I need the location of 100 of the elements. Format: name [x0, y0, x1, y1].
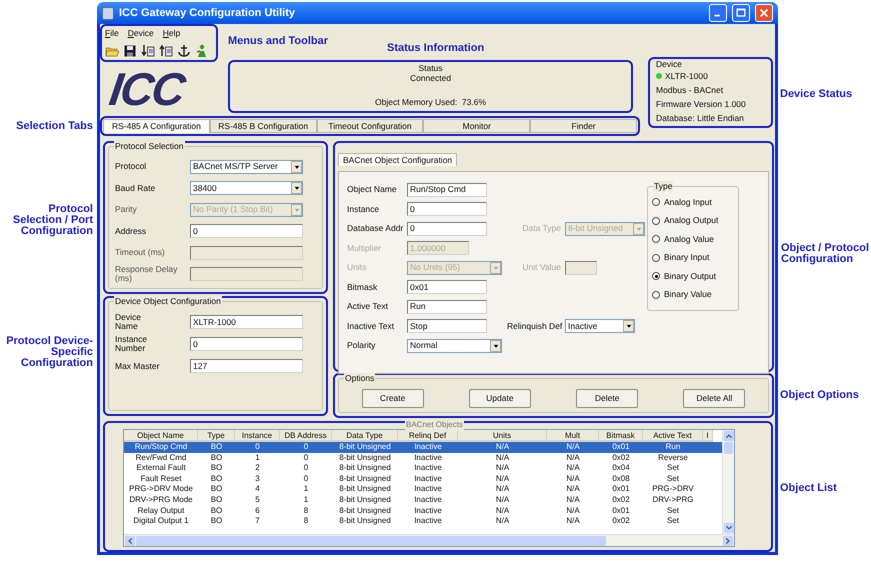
radio-label: Binary Output	[664, 270, 716, 283]
column-header[interactable]: DB Address	[280, 430, 332, 442]
vertical-scrollbar[interactable]	[722, 430, 734, 534]
text-field[interactable]: 127	[190, 359, 303, 373]
radio-label: Analog Value	[664, 232, 714, 246]
table-cell-text: 0x02	[611, 452, 631, 464]
group-title: Options	[344, 373, 376, 383]
scrollbar-thumb[interactable]	[724, 442, 733, 454]
column-header[interactable]: Object Name	[124, 430, 198, 442]
table-cell-text: N/A	[494, 474, 510, 484]
table-cell-text: 0	[302, 474, 310, 484]
column-header[interactable]: Type	[198, 430, 235, 442]
action-button[interactable]: Delete	[576, 389, 638, 408]
table-cell-text: 0x08	[611, 474, 631, 484]
column-header[interactable]: Relinq Def	[398, 430, 458, 442]
action-button[interactable]: Delete All	[683, 389, 746, 408]
caret-icon[interactable]	[292, 184, 300, 192]
table-cell-text: N/A	[565, 494, 581, 506]
callout-label: Protocol Selection / Port Configuration	[12, 204, 93, 237]
table-cell-text: N/A	[565, 463, 581, 474]
table-cell-text: Rev/Fwd Cmd	[134, 452, 188, 464]
tab[interactable]: RS-485 A Configuration	[103, 119, 210, 133]
radio-button[interactable]	[652, 272, 660, 280]
horizontal-scrollbar[interactable]	[124, 534, 734, 546]
text-field[interactable]: 0	[407, 222, 487, 236]
table-cell-text: Fault Reset	[140, 474, 182, 484]
status-title: Status	[418, 63, 443, 73]
tab[interactable]: Timeout Configuration	[316, 119, 424, 133]
radio-button[interactable]	[652, 216, 660, 225]
table-cell-text: 0x02	[611, 494, 631, 506]
column-header[interactable]: Instance	[235, 430, 280, 442]
upload-document-icon[interactable]	[159, 44, 173, 58]
maximize-button[interactable]	[732, 4, 750, 22]
menu-item[interactable]: Help	[162, 27, 180, 40]
table-cell-text: N/A	[565, 516, 581, 527]
dropdown[interactable]: 38400	[190, 181, 303, 196]
callout-label: Protocol Device-Specific Configuration	[5, 336, 93, 369]
callout-label: Object List	[780, 483, 837, 494]
minimize-button[interactable]	[709, 4, 727, 22]
table-cell-text: N/A	[565, 484, 581, 495]
column-header[interactable]: Active Text	[643, 430, 703, 442]
table-cell-text: Set	[666, 516, 680, 527]
column-header[interactable]: I	[703, 430, 713, 442]
close-icon[interactable]	[758, 7, 770, 19]
scroll-up-icon[interactable]	[723, 430, 735, 442]
field-label: Relinquish Def	[507, 320, 564, 333]
scroll-left-icon[interactable]	[124, 534, 136, 546]
field-label: Object Name	[347, 183, 398, 196]
table-cell-text: 7	[254, 516, 261, 527]
maximize-icon[interactable]	[735, 7, 747, 19]
scroll-right-icon[interactable]	[722, 534, 734, 546]
column-header[interactable]: Bitmask	[599, 430, 643, 442]
table-cell-text: External Fault	[135, 463, 187, 474]
column-header[interactable]: Units	[458, 430, 547, 442]
radio-button[interactable]	[652, 198, 660, 206]
radio-button[interactable]	[652, 235, 660, 244]
action-button[interactable]: Update	[468, 389, 531, 408]
table-cell-text: N/A	[565, 452, 581, 464]
radio-label: Binary Value	[664, 288, 712, 302]
menu-item[interactable]: File	[105, 27, 119, 40]
radio-button[interactable]	[652, 254, 660, 262]
field-label: Instance Number	[115, 335, 148, 353]
column-header[interactable]: Mult	[547, 430, 599, 442]
table-cell-text: 0	[254, 442, 261, 453]
column-header[interactable]: Data Type	[332, 430, 398, 442]
tab[interactable]: Monitor	[423, 119, 530, 133]
tab[interactable]: Finder	[530, 119, 637, 133]
app-icon	[102, 6, 114, 20]
dropdown[interactable]: Inactive	[565, 319, 635, 334]
scroll-down-icon[interactable]	[723, 522, 735, 534]
text-field[interactable]: Run/Stop Cmd	[407, 182, 487, 197]
table-cell-text: 0	[302, 442, 310, 453]
menu-item[interactable]: Device	[128, 27, 154, 40]
radio-button[interactable]	[652, 290, 660, 299]
text-field[interactable]: 0	[407, 202, 487, 216]
field-label: Units	[347, 261, 368, 274]
table-cell-text: Inactive	[413, 452, 443, 464]
download-document-icon[interactable]	[141, 44, 155, 58]
selected-row[interactable]: Run/Stop Cmd BO 0 0 8-bit Unsigned Inactive N/A N/A 0x01 Run	[124, 442, 722, 453]
table-cell-text: BO	[210, 452, 224, 464]
table-cell-text: Run	[664, 442, 682, 453]
close-button[interactable]	[755, 4, 773, 22]
dropdown[interactable]: Normal	[407, 338, 502, 353]
caret-icon[interactable]	[624, 322, 632, 330]
text-field[interactable]: XLTR-1000	[190, 315, 303, 329]
table-cell-text: N/A	[494, 506, 510, 516]
scrollbar-thumb[interactable]	[136, 536, 606, 546]
table-cell-text: BO	[210, 474, 224, 484]
table-cell-text: 1	[302, 484, 310, 495]
table-cell-text: N/A	[494, 484, 510, 495]
anchor-icon[interactable]	[177, 44, 191, 58]
text-field[interactable]: 0x01	[407, 280, 487, 294]
text-field[interactable]: Run	[407, 300, 487, 314]
text-field[interactable]: Stop	[407, 319, 487, 334]
tab[interactable]: BACnet Object Configuration	[338, 153, 458, 166]
action-button[interactable]: Create	[362, 389, 424, 408]
dropdown[interactable]: BACnet MS/TP Server	[190, 160, 303, 174]
text-field[interactable]: 0	[190, 224, 303, 238]
text-field[interactable]: 0	[190, 337, 303, 351]
tab[interactable]: RS-485 B Configuration	[210, 119, 317, 133]
